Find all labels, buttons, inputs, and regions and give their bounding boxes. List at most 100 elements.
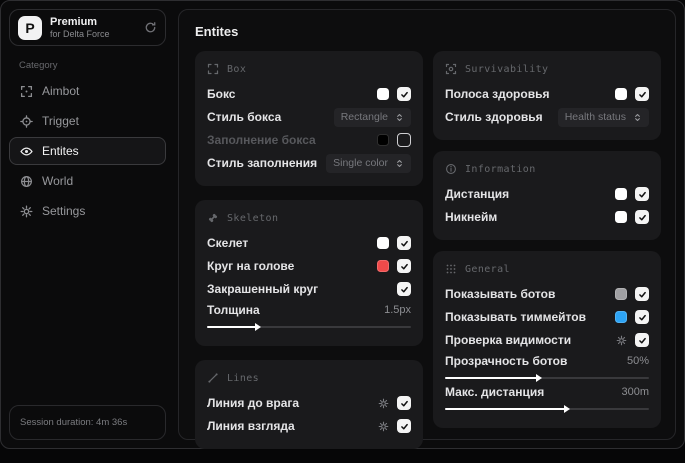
- color-swatch[interactable]: [615, 88, 627, 100]
- checkbox-show-bots[interactable]: [635, 287, 649, 301]
- sidebar-item-label: Aimbot: [42, 84, 80, 98]
- sidebar-item-aimbot[interactable]: Aimbot: [9, 77, 166, 105]
- max-distance-slider[interactable]: [445, 405, 649, 413]
- setting-label: Скелет: [207, 236, 249, 250]
- setting-row-box-style: Стиль бокса Rectangle: [207, 106, 411, 128]
- setting-label: Толщина: [207, 303, 260, 317]
- setting-label: Стиль бокса: [207, 110, 282, 124]
- columns: Box Бокс Стиль бокса Rectangle Заполнени…: [195, 51, 661, 463]
- app-logo: P: [18, 15, 42, 40]
- checkbox-skeleton[interactable]: [397, 236, 411, 250]
- general-card-header: General: [445, 263, 649, 275]
- sidebar-item-world[interactable]: World: [9, 167, 166, 195]
- dropdown-value: Single color: [333, 157, 388, 169]
- checkbox-head-circle[interactable]: [397, 259, 411, 273]
- color-swatch[interactable]: [377, 260, 389, 272]
- visibility-settings-gear-icon[interactable]: [616, 335, 627, 346]
- skeleton-card-title: Skeleton: [227, 212, 279, 224]
- setting-label: Стиль здоровья: [445, 110, 543, 124]
- setting-row-head-circle: Круг на голове: [207, 255, 411, 277]
- line-settings-gear-icon[interactable]: [378, 421, 389, 432]
- survivability-card-title: Survivability: [465, 63, 549, 75]
- bot-opacity-slider[interactable]: [445, 374, 649, 382]
- gear-icon: [20, 205, 33, 218]
- color-swatch[interactable]: [615, 288, 627, 300]
- checkbox-show-teammates[interactable]: [635, 310, 649, 324]
- color-swatch[interactable]: [615, 211, 627, 223]
- thickness-slider-block: Толщина 1.5px: [207, 303, 411, 331]
- main-panel: Entites Box Бокс Стиль бокса Rectangle З…: [178, 9, 676, 449]
- checkbox-health-bar[interactable]: [635, 87, 649, 101]
- checkbox-enemy-line[interactable]: [397, 396, 411, 410]
- sidebar-item-trigget[interactable]: Trigget: [9, 107, 166, 135]
- eye-icon: [20, 145, 33, 158]
- brand-title: Premium: [50, 16, 98, 28]
- setting-label: Макс. дистанция: [445, 385, 545, 399]
- checkbox-box[interactable]: [397, 87, 411, 101]
- skeleton-card-header: Skeleton: [207, 212, 411, 224]
- brand-card: P Premium for Delta Force: [9, 9, 166, 46]
- survivability-card: Survivability Полоса здоровья Стиль здор…: [433, 51, 661, 140]
- sidebar-item-entites[interactable]: Entites: [9, 137, 166, 165]
- setting-row-distance: Дистанция: [445, 183, 649, 205]
- checkbox-box-fill[interactable]: [397, 133, 411, 147]
- slider-fill: [207, 323, 261, 331]
- general-card: General Показывать ботов Показывать тимм…: [433, 251, 661, 428]
- sidebar-item-label: Settings: [42, 204, 86, 218]
- slider-value: 50%: [626, 355, 649, 367]
- dots-grid-icon: [445, 263, 457, 275]
- setting-label: Закрашенный круг: [207, 282, 319, 296]
- left-column: Box Бокс Стиль бокса Rectangle Заполнени…: [195, 51, 423, 463]
- bot-opacity-slider-block: Прозрачность ботов 50%: [445, 354, 649, 382]
- skeleton-card: Skeleton Скелет Круг на голове Закрашенн…: [195, 200, 423, 346]
- setting-label: Проверка видимости: [445, 333, 572, 347]
- survivability-icon: [445, 63, 457, 75]
- setting-label: Никнейм: [445, 210, 498, 224]
- brand-text: Premium for Delta Force: [50, 16, 136, 39]
- dropdown-value: Health status: [564, 111, 626, 123]
- setting-row-health-bar: Полоса здоровья: [445, 83, 649, 105]
- setting-row-visibility-check: Проверка видимости: [445, 329, 649, 351]
- sidebar-item-label: Trigget: [42, 114, 79, 128]
- survivability-card-header: Survivability: [445, 63, 649, 75]
- chevron-up-down-icon: [633, 113, 642, 122]
- setting-row-skeleton: Скелет: [207, 232, 411, 254]
- trigger-icon: [20, 114, 33, 128]
- color-swatch[interactable]: [377, 237, 389, 249]
- setting-row-fill-style: Стиль заполнения Single color: [207, 152, 411, 174]
- setting-row-enemy-line: Линия до врага: [207, 392, 411, 414]
- fill-style-dropdown[interactable]: Single color: [326, 153, 411, 173]
- sidebar-item-settings[interactable]: Settings: [9, 197, 166, 225]
- setting-row-health-style: Стиль здоровья Health status: [445, 106, 649, 128]
- checkbox-distance[interactable]: [635, 187, 649, 201]
- checkbox-nickname[interactable]: [635, 210, 649, 224]
- color-swatch[interactable]: [615, 311, 627, 323]
- box-card: Box Бокс Стиль бокса Rectangle Заполнени…: [195, 51, 423, 186]
- setting-row-view-line: Линия взгляда: [207, 415, 411, 437]
- setting-row-nickname: Никнейм: [445, 206, 649, 228]
- refresh-icon[interactable]: [144, 21, 157, 34]
- general-card-title: General: [465, 263, 510, 275]
- color-swatch[interactable]: [377, 134, 389, 146]
- checkbox-view-line[interactable]: [397, 419, 411, 433]
- color-swatch[interactable]: [615, 188, 627, 200]
- slider-fill: [445, 405, 571, 413]
- page-title: Entites: [195, 24, 239, 39]
- setting-label: Круг на голове: [207, 259, 295, 273]
- color-swatch[interactable]: [377, 88, 389, 100]
- box-card-header: Box: [207, 63, 411, 75]
- slider-value: 300m: [621, 386, 649, 398]
- box-style-dropdown[interactable]: Rectangle: [333, 107, 411, 127]
- thickness-slider[interactable]: [207, 323, 411, 331]
- session-duration-text: Session duration: 4m 36s: [20, 417, 128, 428]
- setting-row-box-fill: Заполнение бокса: [207, 129, 411, 151]
- checkbox-filled-circle[interactable]: [397, 282, 411, 296]
- lines-card: Lines Линия до врага Линия взгляда: [195, 360, 423, 449]
- checkbox-visibility-check[interactable]: [635, 333, 649, 347]
- health-style-dropdown[interactable]: Health status: [557, 107, 649, 127]
- line-settings-gear-icon[interactable]: [378, 398, 389, 409]
- setting-row-show-teammates: Показывать тиммейтов: [445, 306, 649, 328]
- setting-label: Линия взгляда: [207, 419, 295, 433]
- sidebar: P Premium for Delta Force Category Aimbo…: [1, 1, 174, 448]
- setting-row-box: Бокс: [207, 83, 411, 105]
